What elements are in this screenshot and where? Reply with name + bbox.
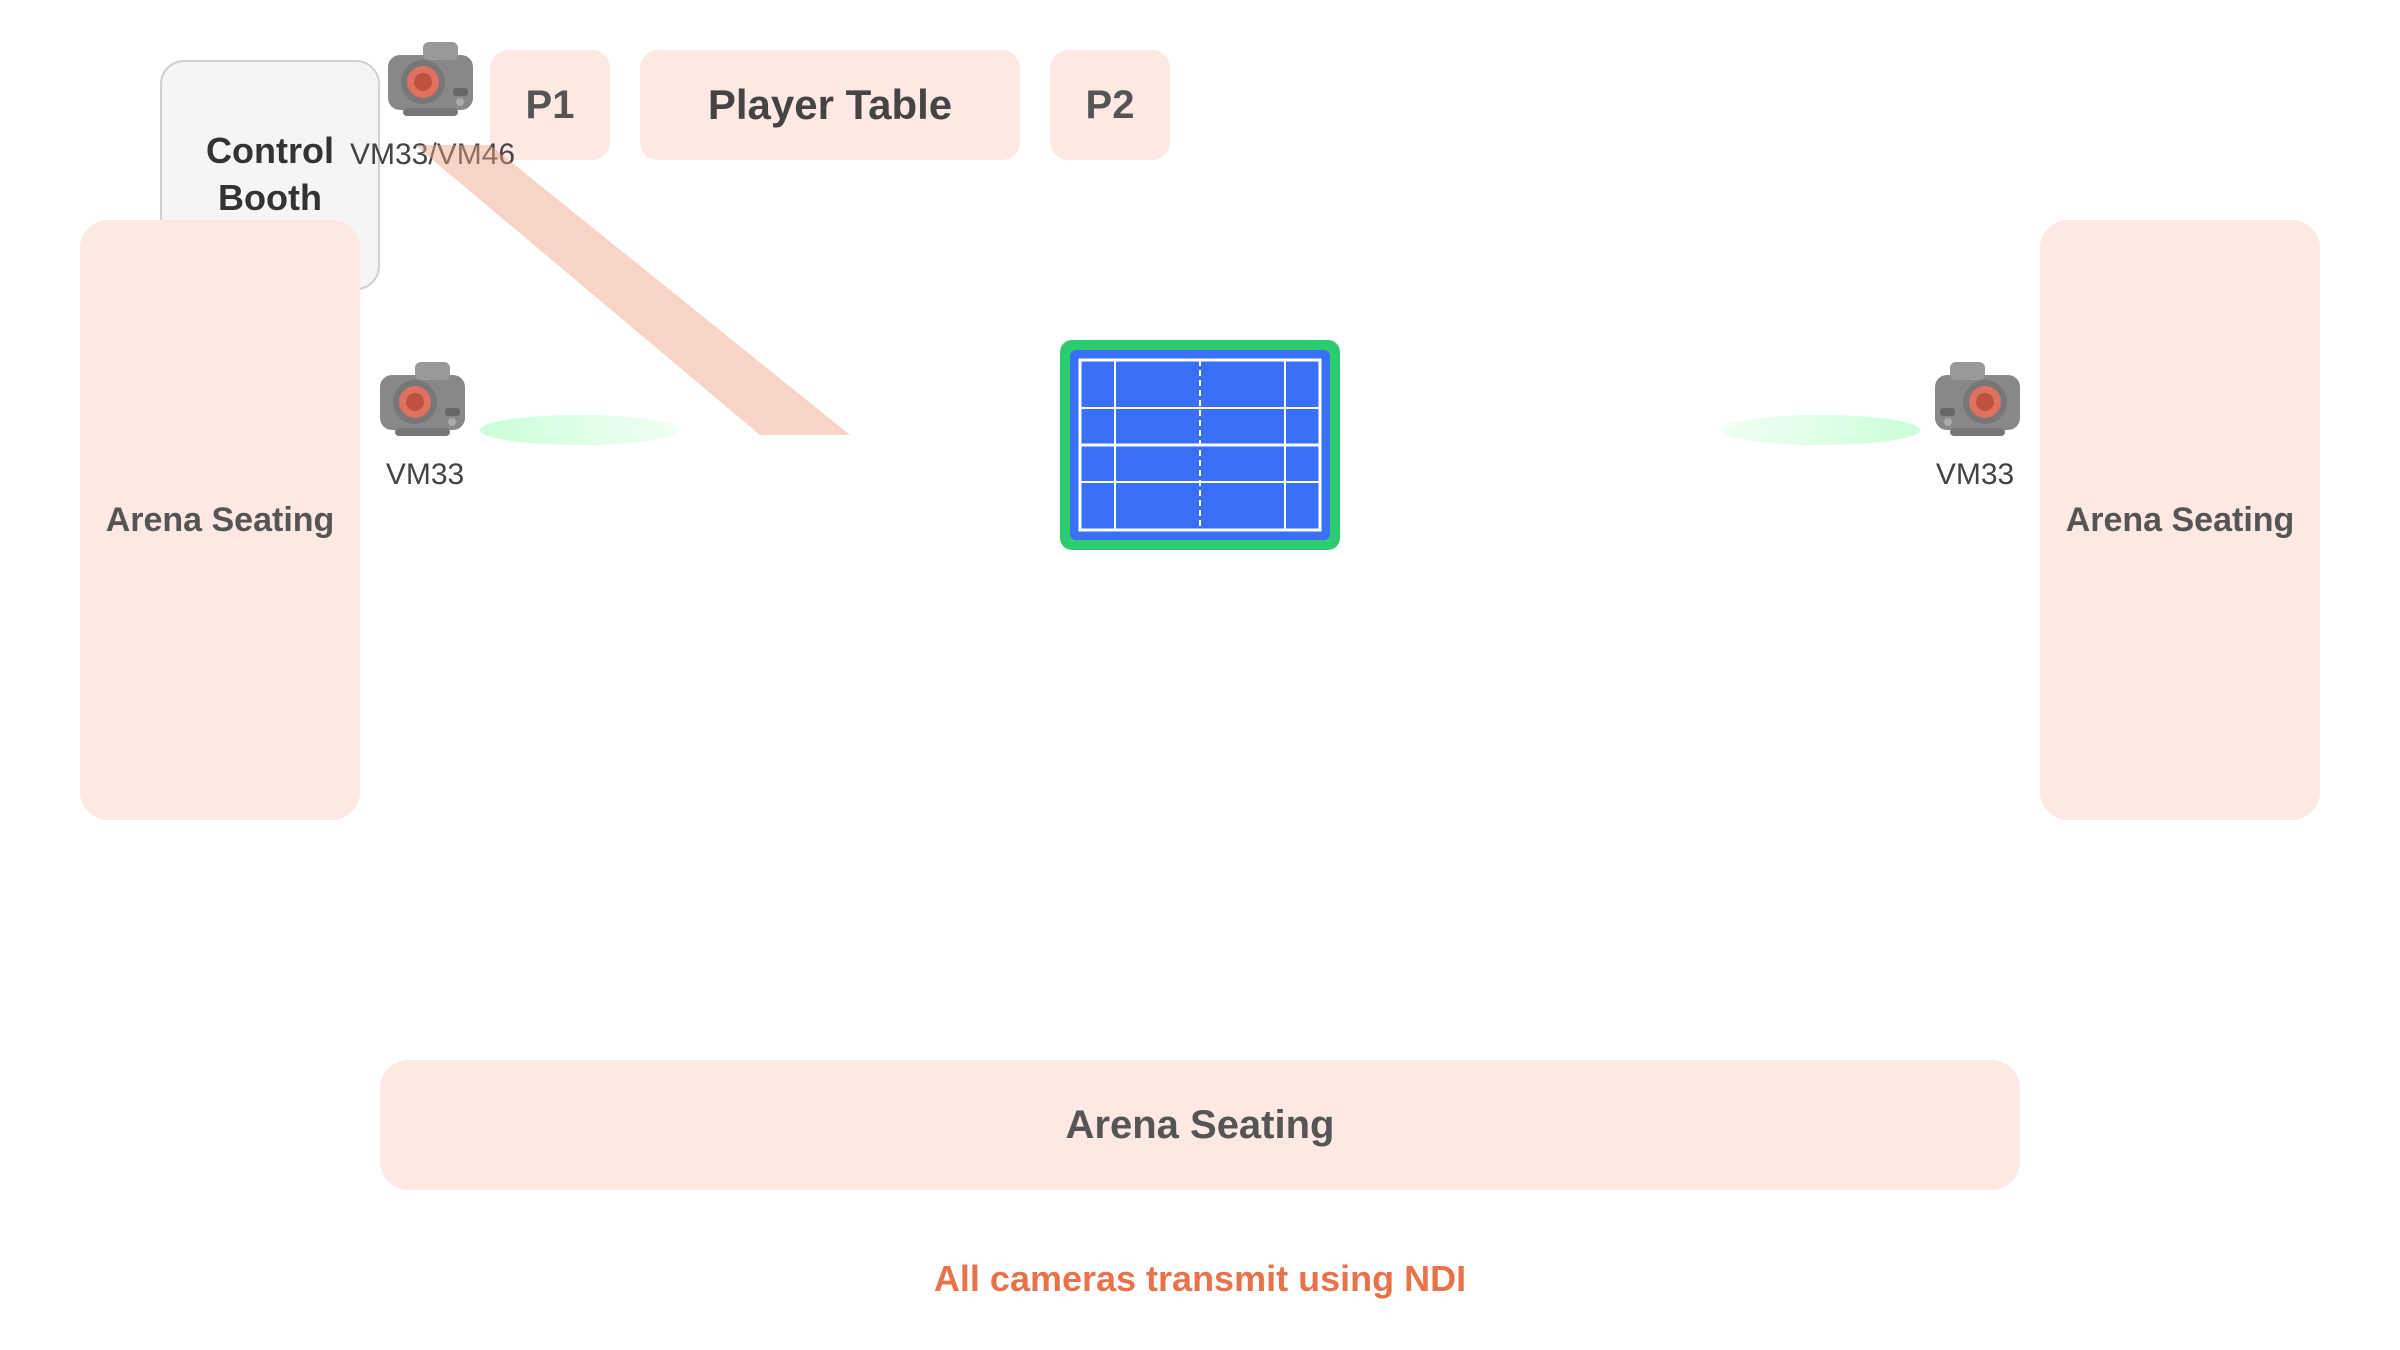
arena-seating-bottom: Arena Seating (380, 1060, 2020, 1190)
camera-right-label: VM33 (1936, 458, 2014, 492)
ndi-note-text: All cameras transmit using NDI (934, 1258, 1466, 1299)
arena-left-label: Arena Seating (106, 501, 335, 540)
arena-seating-left: Arena Seating (80, 220, 360, 820)
tennis-court-svg (1070, 350, 1330, 540)
camera-left-icon (360, 350, 490, 450)
camera-top: VM33/VM46 (350, 30, 515, 172)
arena-right-label: Arena Seating (2066, 501, 2295, 540)
ndi-note: All cameras transmit using NDI (934, 1258, 1466, 1300)
tennis-court-wrapper (1060, 340, 1340, 550)
control-booth-label: Control Booth (162, 128, 378, 222)
p1-label: P1 (526, 83, 575, 128)
camera-top-icon (368, 30, 498, 130)
p2-label: P2 (1086, 83, 1135, 128)
camera-top-label: VM33/VM46 (350, 138, 515, 172)
diagram-container: Control Booth P1 Player Table P2 Arena S… (0, 0, 2400, 1350)
tennis-court-border (1060, 340, 1340, 550)
beam-right (1720, 415, 1920, 445)
camera-left-label: VM33 (386, 458, 464, 492)
arena-seating-right: Arena Seating (2040, 220, 2320, 820)
player-table-box: Player Table (640, 50, 1020, 160)
player-table-label: Player Table (708, 81, 952, 129)
camera-left-mid: VM33 (360, 350, 490, 492)
camera-right-mid: VM33 (1910, 350, 2040, 492)
beam-left (480, 415, 680, 445)
arena-bottom-label: Arena Seating (1066, 1103, 1335, 1148)
top-center-area: P1 Player Table P2 (490, 50, 1170, 160)
camera-right-icon (1910, 350, 2040, 450)
p2-box: P2 (1050, 50, 1170, 160)
